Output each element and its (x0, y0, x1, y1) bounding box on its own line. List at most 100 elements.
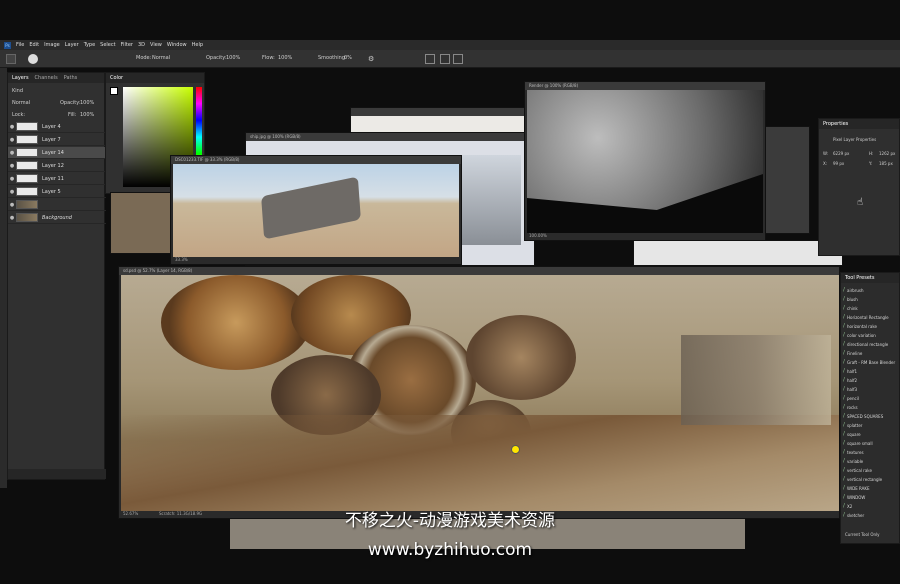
status-bar: 100.00% (525, 233, 765, 240)
layer-row[interactable]: ● Layer 12 (8, 160, 106, 172)
menu-filter[interactable]: Filter (121, 42, 133, 48)
fill-label: Fill: (68, 112, 77, 118)
eye-icon[interactable]: ● (8, 163, 16, 169)
menu-help[interactable]: Help (192, 42, 203, 48)
watermark-title: 不移之火-动漫游戏美术资源 (344, 511, 556, 531)
eye-icon[interactable]: ● (8, 215, 16, 221)
layer-opacity-input[interactable]: 100% (80, 101, 94, 106)
tab-color[interactable]: Color (110, 75, 123, 81)
layers-footer (8, 469, 106, 479)
preset-item[interactable]: / SPACED SQUARES (841, 412, 900, 420)
eye-icon[interactable]: ● (8, 202, 16, 208)
preset-item[interactable]: / horizontal rake (841, 322, 900, 330)
preset-item[interactable]: / square (841, 430, 900, 438)
preset-item[interactable]: / blush (841, 295, 900, 303)
preset-item[interactable]: / directional rectangle (841, 340, 900, 348)
opacity-input[interactable]: 100% (226, 56, 240, 61)
zoom-readout: 33.3% (175, 257, 188, 262)
layer-row[interactable]: ● (8, 199, 106, 211)
preset-item[interactable]: / square small (841, 439, 900, 447)
menu-window[interactable]: Window (167, 42, 187, 48)
doc-window-back-right[interactable] (765, 126, 810, 234)
filter-kind-select[interactable]: Kind (12, 89, 23, 94)
preset-item[interactable]: / Graft - RM Base Blender (841, 358, 900, 366)
preset-item[interactable]: / WINDOW (841, 493, 900, 501)
layer-row[interactable]: ● Layer 4 (8, 121, 106, 133)
main-doc-window[interactable]: sd.psd @ 52.7% (Layer 14, RGB/8) 52.67% … (118, 266, 840, 519)
current-tool-only-checkbox[interactable]: Current Tool Only (845, 533, 880, 537)
workspace-icon[interactable] (425, 54, 435, 64)
layer-name: Layer 7 (42, 136, 61, 143)
eye-icon[interactable]: ● (8, 189, 16, 195)
fill-input[interactable]: 100% (80, 113, 94, 118)
layer-row-selected[interactable]: ● Layer 14 (8, 147, 106, 159)
eye-icon[interactable]: ● (8, 150, 16, 156)
eye-icon[interactable]: ● (8, 124, 16, 130)
eye-icon[interactable]: ● (8, 176, 16, 182)
tab-channels[interactable]: Channels (35, 75, 58, 81)
brush-tool-icon[interactable] (6, 54, 16, 64)
preset-item[interactable]: / variable (841, 457, 900, 465)
layer-row[interactable]: ● Layer 5 (8, 186, 106, 198)
tab-properties[interactable]: Properties (823, 121, 848, 127)
layer-row[interactable]: ● Layer 7 (8, 134, 106, 146)
tab-tool-presets[interactable]: Tool Presets (845, 275, 875, 281)
mode-select[interactable]: Normal (152, 56, 170, 61)
layer-row[interactable]: ● Layer 11 (8, 173, 106, 185)
preset-item[interactable]: / vertical rake (841, 466, 900, 474)
menu-3d[interactable]: 3D (138, 42, 145, 48)
doc-title: Render @ 100% (RGB/8) (529, 83, 579, 88)
lock-label: Lock: (12, 112, 26, 118)
arrange-icon[interactable] (440, 54, 450, 64)
preset-item[interactable]: / chink (841, 304, 900, 312)
menu-bar: Ps File Edit Image Layer Type Select Fil… (0, 40, 900, 50)
preset-item[interactable]: / half2 (841, 376, 900, 384)
tab-layers[interactable]: Layers (12, 75, 29, 81)
share-icon[interactable] (453, 54, 463, 64)
painted-wreck (681, 335, 831, 425)
gear-icon[interactable]: ⚙ (368, 55, 376, 63)
properties-subtitle: Pixel Layer Properties (833, 137, 877, 142)
opacity-label: Opacity: (206, 55, 227, 61)
menu-layer[interactable]: Layer (65, 42, 79, 48)
y-input[interactable]: 185 px (879, 161, 893, 166)
x-input[interactable]: 99 px (833, 161, 844, 166)
preset-item[interactable]: / color variation (841, 331, 900, 339)
desert-doc-window[interactable]: DSC01233.TIF @ 33.3% (RGB/8) 33.3% (170, 155, 462, 265)
y-label: Y: (869, 161, 873, 166)
preset-item[interactable]: / Fineline (841, 349, 900, 357)
layer-row[interactable]: ● Background (8, 212, 106, 224)
preset-item[interactable]: / Horizontal Rectangle (841, 313, 900, 321)
render-doc-window[interactable]: Render @ 100% (RGB/8) 100.00% (524, 81, 766, 241)
engine-render (527, 90, 763, 210)
menu-select[interactable]: Select (100, 42, 115, 48)
preset-item[interactable]: / textures (841, 448, 900, 456)
preset-item[interactable]: / airbrush (841, 286, 900, 294)
preset-item[interactable]: / pencil (841, 394, 900, 402)
blend-mode-select[interactable]: Normal (12, 101, 30, 106)
preset-item[interactable]: / rocks (841, 403, 900, 411)
preset-item[interactable]: / half1 (841, 367, 900, 375)
doc-window-back-strip[interactable] (633, 240, 843, 266)
menu-image[interactable]: Image (44, 42, 60, 48)
menu-file[interactable]: File (16, 42, 24, 48)
preset-item[interactable]: / sketcher (841, 511, 900, 519)
tab-paths[interactable]: Paths (64, 75, 78, 81)
flow-input[interactable]: 100% (278, 56, 292, 61)
preset-item[interactable]: / X2 (841, 502, 900, 510)
menu-type[interactable]: Type (84, 42, 95, 48)
scratch-readout: Scratch: 11.3G/18.9G (159, 511, 203, 516)
menu-view[interactable]: View (150, 42, 162, 48)
eye-icon[interactable]: ● (8, 137, 16, 143)
painting-canvas[interactable] (121, 275, 839, 512)
preset-item[interactable]: / splatter (841, 421, 900, 429)
foreground-swatch[interactable] (110, 87, 118, 95)
height-input[interactable]: 1262 px (879, 151, 895, 156)
brush-size-icon[interactable] (28, 54, 38, 64)
preset-item[interactable]: / WIDE RAKE (841, 484, 900, 492)
smoothing-input[interactable]: 0% (344, 56, 352, 61)
width-input[interactable]: 6229 px (833, 151, 849, 156)
menu-edit[interactable]: Edit (29, 42, 39, 48)
preset-item[interactable]: / half3 (841, 385, 900, 393)
preset-item[interactable]: / vertical rectangle (841, 475, 900, 483)
